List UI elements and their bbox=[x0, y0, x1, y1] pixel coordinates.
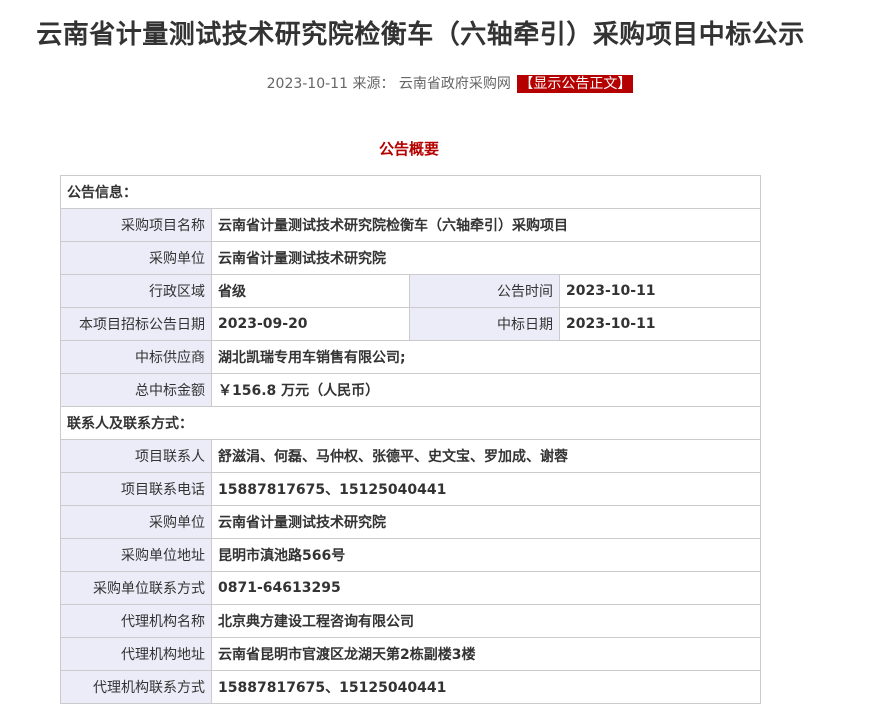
region-value: 省级 bbox=[211, 274, 410, 308]
tender-date-label: 本项目招标公告日期 bbox=[60, 307, 212, 341]
purchaser-label: 采购单位 bbox=[60, 241, 212, 275]
amount-value: ￥156.8 万元（人民币） bbox=[211, 373, 761, 407]
summary-heading: 公告概要 bbox=[378, 140, 439, 158]
supplier-value: 湖北凯瑞专用车销售有限公司; bbox=[211, 340, 761, 374]
agency-name-value: 北京典方建设工程咨询有限公司 bbox=[211, 604, 761, 638]
table-row: 代理机构联系方式 15887817675、15125040441 bbox=[60, 670, 761, 704]
agency-phone-value: 15887817675、15125040441 bbox=[211, 670, 761, 704]
table-row: 公告信息： bbox=[60, 175, 761, 209]
project-phone-value: 15887817675、15125040441 bbox=[211, 472, 761, 506]
purchaser-value: 云南省计量测试技术研究院 bbox=[211, 241, 761, 275]
table-row: 采购单位联系方式 0871-64613295 bbox=[60, 571, 761, 605]
table-row: 项目联系人 舒滋涓、何磊、马仲权、张德平、史文宝、罗加成、谢蓉 bbox=[60, 439, 761, 473]
source-label: 来源： bbox=[352, 76, 395, 92]
table-row: 采购项目名称 云南省计量测试技术研究院检衡车（六轴牵引）采购项目 bbox=[60, 208, 761, 242]
amount-label: 总中标金额 bbox=[60, 373, 212, 407]
table-row: 采购单位 云南省计量测试技术研究院 bbox=[60, 505, 761, 539]
notice-time-label: 公告时间 bbox=[409, 274, 560, 308]
project-contact-value: 舒滋涓、何磊、马仲权、张德平、史文宝、罗加成、谢蓉 bbox=[211, 439, 761, 473]
purchaser-phone-value: 0871-64613295 bbox=[211, 571, 761, 605]
table-row: 采购单位 云南省计量测试技术研究院 bbox=[60, 241, 761, 275]
table-row: 联系人及联系方式： bbox=[60, 406, 761, 440]
page-title: 云南省计量测试技术研究院检衡车（六轴牵引）采购项目中标公示 bbox=[36, 20, 805, 50]
notice-time-value: 2023-10-11 bbox=[559, 274, 761, 308]
source-name: 云南省政府采购网 bbox=[398, 76, 511, 92]
region-label: 行政区域 bbox=[60, 274, 212, 308]
publish-date: 2023-10-11 bbox=[266, 76, 348, 92]
contact-purchaser-value: 云南省计量测试技术研究院 bbox=[211, 505, 761, 539]
agency-name-label: 代理机构名称 bbox=[60, 604, 212, 638]
table-row: 代理机构名称 北京典方建设工程咨询有限公司 bbox=[60, 604, 761, 638]
contact-group-label: 联系人及联系方式： bbox=[60, 406, 761, 440]
table-row: 代理机构地址 云南省昆明市官渡区龙湖天第2栋副楼3楼 bbox=[60, 637, 761, 671]
agency-address-label: 代理机构地址 bbox=[60, 637, 212, 671]
show-notice-text-button[interactable]: 【显示公告正文】 bbox=[517, 75, 634, 93]
table-row: 项目联系电话 15887817675、15125040441 bbox=[60, 472, 761, 506]
table-row: 采购单位地址 昆明市滇池路566号 bbox=[60, 538, 761, 572]
purchaser-phone-label: 采购单位联系方式 bbox=[60, 571, 212, 605]
contact-purchaser-label: 采购单位 bbox=[60, 505, 212, 539]
table-row: 总中标金额 ￥156.8 万元（人民币） bbox=[60, 373, 761, 407]
purchaser-address-value: 昆明市滇池路566号 bbox=[211, 538, 761, 572]
notice-summary-table: 公告信息： 采购项目名称 云南省计量测试技术研究院检衡车（六轴牵引）采购项目 采… bbox=[60, 175, 761, 704]
table-row: 行政区域 省级 公告时间 2023-10-11 bbox=[60, 274, 761, 308]
project-phone-label: 项目联系电话 bbox=[60, 472, 212, 506]
award-date-value: 2023-10-11 bbox=[559, 307, 761, 341]
table-row: 本项目招标公告日期 2023-09-20 中标日期 2023-10-11 bbox=[60, 307, 761, 341]
tender-date-value: 2023-09-20 bbox=[211, 307, 410, 341]
agency-phone-label: 代理机构联系方式 bbox=[60, 670, 212, 704]
notice-info-group-label: 公告信息： bbox=[60, 175, 761, 209]
agency-address-value: 云南省昆明市官渡区龙湖天第2栋副楼3楼 bbox=[211, 637, 761, 671]
purchaser-address-label: 采购单位地址 bbox=[60, 538, 212, 572]
project-name-label: 采购项目名称 bbox=[60, 208, 212, 242]
project-contact-label: 项目联系人 bbox=[60, 439, 212, 473]
notice-meta: 2023-10-11 来源： 云南省政府采购网 【显示公告正文】 bbox=[0, 73, 891, 93]
supplier-label: 中标供应商 bbox=[60, 340, 212, 374]
award-date-label: 中标日期 bbox=[409, 307, 560, 341]
table-row: 中标供应商 湖北凯瑞专用车销售有限公司; bbox=[60, 340, 761, 374]
project-name-value: 云南省计量测试技术研究院检衡车（六轴牵引）采购项目 bbox=[211, 208, 761, 242]
